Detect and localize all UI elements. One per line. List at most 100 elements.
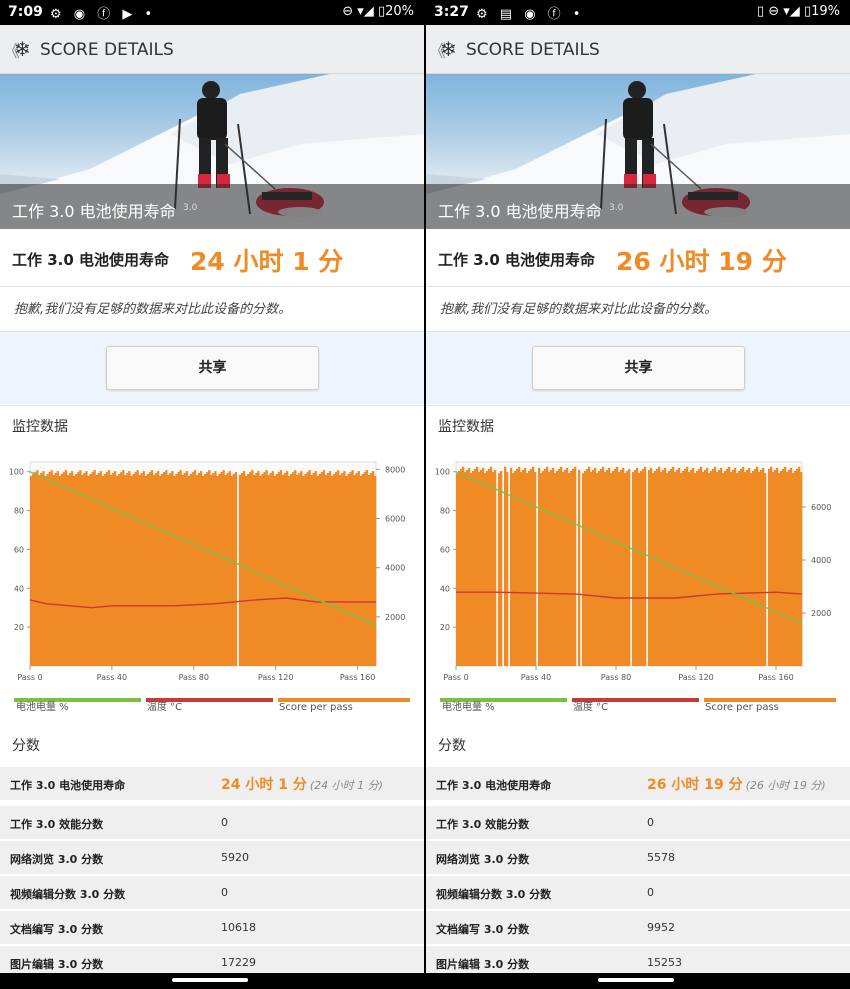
score-bar (277, 472, 281, 666)
left-tick-label: 80 (14, 507, 24, 516)
clock: 3:27 (434, 4, 469, 20)
score-bar (746, 469, 749, 666)
hero-caption: 工作 3.0 电池使用寿命 (12, 202, 176, 221)
score-bar (70, 471, 74, 666)
score-value-detail: (26 小时 19 分) (745, 779, 826, 792)
score-bar (560, 466, 563, 666)
score-bar (216, 476, 219, 666)
score-label: 工作 3.0 电池使用寿命 (10, 779, 126, 792)
score-bar (724, 471, 727, 666)
score-label: 工作 3.0 电池使用寿命 (436, 779, 552, 792)
score-bar (788, 469, 791, 666)
score-bar (542, 471, 545, 666)
score-bar (283, 473, 287, 666)
scores-title: 分数 (12, 738, 40, 754)
home-indicator[interactable] (598, 978, 674, 982)
score-bar (208, 470, 211, 666)
score-bar (704, 469, 707, 666)
score-bar (514, 471, 517, 666)
score-bar (138, 475, 141, 666)
score-bar (548, 472, 551, 666)
monitoring-header[interactable]: 监控数据 (0, 405, 424, 447)
score-bar (764, 473, 767, 666)
score-bar (586, 468, 589, 666)
right-tick-label: 8000 (385, 465, 405, 474)
score-bar (343, 471, 346, 666)
share-button[interactable]: 共享 (106, 346, 319, 390)
snowflake-logo-icon: ❄ (14, 37, 31, 61)
monitoring-chart-svg: 20 40 60 80 100 2000 4000 6000 8000 Pass 0 Pass 40… (9, 461, 410, 713)
monitoring-header[interactable]: 监控数据 (426, 405, 850, 447)
score-bar (800, 472, 803, 666)
score-bar (111, 473, 115, 666)
score-bar (355, 473, 358, 666)
score-bar (58, 476, 62, 666)
score-label: 网络浏览 3.0 分数 (436, 853, 530, 866)
score-label: 图片编辑 3.0 分数 (10, 958, 104, 971)
score-bar (322, 470, 326, 666)
score-bar (152, 475, 156, 666)
score-bar (534, 472, 537, 666)
left-tick-label: 100 (9, 468, 24, 477)
score-bar (590, 472, 593, 666)
score-bar (373, 476, 377, 666)
score-bar (333, 474, 336, 666)
score-bar (656, 468, 659, 666)
page-title: SCORE DETAILS (40, 40, 174, 60)
score-bar (226, 473, 229, 666)
score-bar (706, 467, 709, 666)
score-bar (524, 467, 527, 666)
score-bar (267, 475, 270, 666)
score-bar (251, 470, 254, 666)
score-bar (480, 469, 483, 666)
score-bar (614, 468, 617, 666)
score-bar (712, 468, 715, 666)
score-bar (310, 475, 313, 666)
score-bar (279, 470, 283, 666)
score-value: 0 (221, 816, 228, 829)
right-tick-label: 4000 (385, 564, 405, 573)
score-row-web-browsing: 网络浏览 3.0 分数 5578 (426, 841, 850, 874)
score-bar (464, 472, 467, 666)
score-bar (199, 471, 203, 666)
score-label: 工作 3.0 效能分数 (436, 818, 530, 831)
score-bar (316, 476, 319, 666)
score-bar (345, 476, 348, 666)
scores-header: 分数 (426, 722, 850, 764)
score-bar (306, 472, 309, 666)
score-value: 15253 (647, 956, 682, 969)
score-bar (588, 466, 591, 666)
score-bar (238, 475, 242, 666)
left-tick-label: 60 (14, 545, 24, 554)
score-bar (700, 466, 703, 666)
score-bar (570, 471, 573, 666)
score-bar (472, 471, 475, 666)
score-bar (742, 466, 745, 666)
score-bar (359, 476, 362, 666)
score-bar (720, 467, 723, 666)
score-value: 5578 (647, 851, 675, 864)
score-bar (156, 471, 160, 666)
battery-indicator: ▯19% (803, 4, 840, 19)
score-bar (328, 471, 332, 666)
share-button[interactable]: 共享 (532, 346, 745, 390)
score-bar (602, 466, 605, 666)
score-bar (318, 474, 322, 666)
score-bar (658, 466, 661, 666)
right-tick-label: 2000 (385, 613, 405, 622)
score-bar (122, 470, 125, 666)
score-value-detail: (24 小时 1 分) (309, 779, 383, 792)
status-bar: 7:09 ⚙ ◉ ⓕ ▶ • ⊖ ▾◢ ▯20% (0, 0, 424, 25)
note-text: 抱歉,我们没有足够的数据来对比此设备的分数。 (440, 302, 718, 317)
score-bar (758, 472, 761, 666)
score-bar (77, 472, 80, 666)
score-bar (148, 472, 152, 666)
score-bar (126, 473, 129, 666)
score-bar (330, 476, 334, 666)
score-label: 网络浏览 3.0 分数 (10, 853, 104, 866)
home-indicator[interactable] (172, 978, 248, 982)
score-bar (544, 468, 547, 666)
score-bar (271, 471, 274, 666)
score-bar (220, 472, 223, 666)
score-bar (34, 472, 37, 666)
